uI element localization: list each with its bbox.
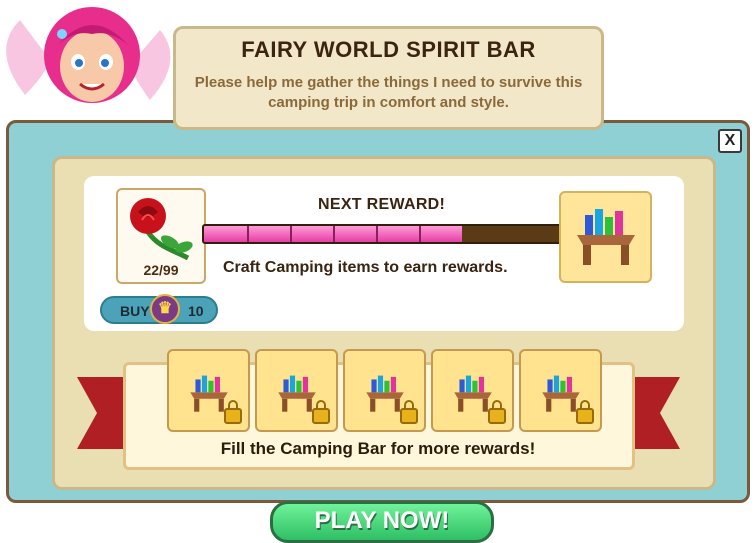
- locked-reward-1: [167, 349, 250, 432]
- lock-icon: [576, 400, 594, 424]
- progress-segment-divider: [289, 226, 292, 242]
- progress-segment-divider: [246, 226, 249, 242]
- locked-reward-5: [519, 349, 602, 432]
- next-reward-box: [559, 191, 652, 283]
- rose-item-box: 22/99: [116, 188, 206, 284]
- fairy-avatar: [6, 7, 171, 103]
- locked-reward-4: [431, 349, 514, 432]
- lock-icon: [224, 400, 242, 424]
- crystal-table-icon: [190, 375, 228, 412]
- crystal-table-icon: [542, 375, 580, 412]
- header-panel: FAIRY WORLD SPIRIT BAR Please help me ga…: [173, 26, 604, 130]
- buy-button[interactable]: BUY ♛ 10: [100, 294, 218, 324]
- locked-reward-2: [255, 349, 338, 432]
- crystal-table-icon: [454, 375, 492, 412]
- crystal-table-icon: [366, 375, 404, 412]
- lock-icon: [488, 400, 506, 424]
- close-button[interactable]: X: [718, 129, 742, 153]
- progress-segment-divider: [375, 226, 378, 242]
- locked-reward-3: [343, 349, 426, 432]
- play-now-button[interactable]: PLAY NOW!: [270, 501, 494, 543]
- rose-icon: [130, 198, 193, 261]
- progress-bar: [202, 224, 564, 244]
- rewards-footer-text: Fill the Camping Bar for more rewards!: [220, 439, 536, 458]
- lock-icon: [312, 400, 330, 424]
- craft-instruction: Craft Camping items to earn rewards.: [223, 259, 508, 276]
- next-reward-label: NEXT REWARD!: [318, 196, 446, 213]
- progress-segment-divider: [332, 226, 335, 242]
- item-count: 22/99: [143, 262, 179, 278]
- buy-label: BUY: [120, 303, 150, 319]
- crown-icon: ♛: [150, 294, 180, 324]
- crystal-table-icon: [577, 209, 635, 265]
- buy-price: 10: [188, 303, 204, 319]
- header-description: Please help me gather the things I need …: [194, 74, 583, 111]
- crystal-table-icon: [278, 375, 316, 412]
- progress-segment-divider: [418, 226, 421, 242]
- lock-icon: [400, 400, 418, 424]
- page-title: FAIRY WORLD SPIRIT BAR: [241, 37, 536, 62]
